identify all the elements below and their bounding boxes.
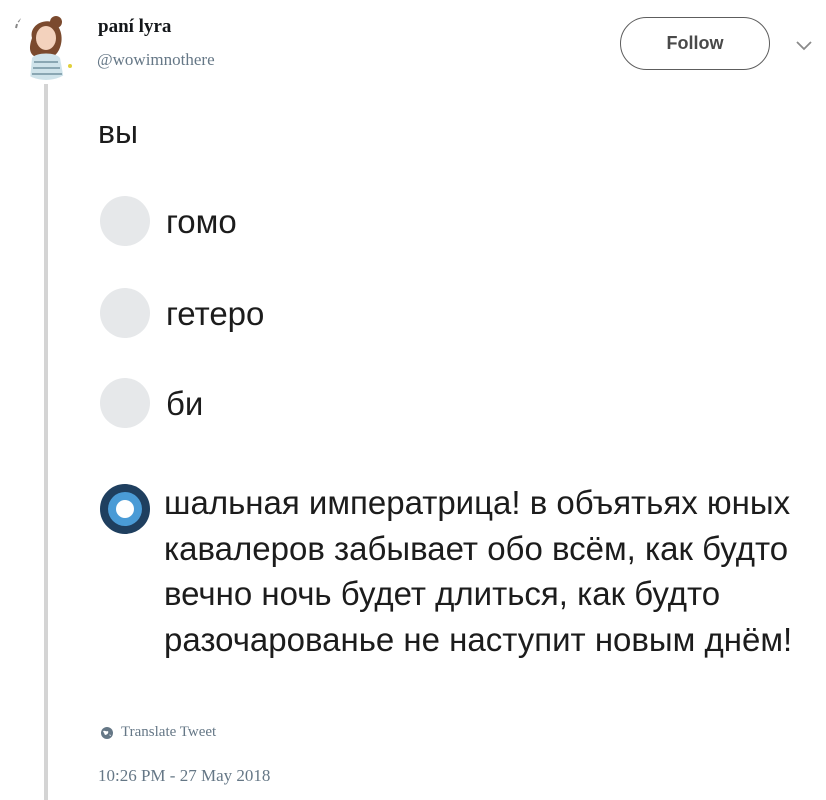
- tweet-text: вы: [98, 114, 138, 150]
- translate-label: Translate Tweet: [121, 724, 217, 740]
- radio-unselected[interactable]: [100, 378, 150, 428]
- more-options-button[interactable]: [790, 36, 818, 56]
- translate-tweet-link[interactable]: Translate Tweet: [100, 724, 216, 741]
- poll-option-label: би: [166, 385, 204, 422]
- poll-option-label: шальная императрица! в объятьях юных кав…: [164, 484, 793, 658]
- poll-option-label: гетеро: [166, 295, 265, 332]
- radio-selected[interactable]: [100, 484, 150, 534]
- follow-button[interactable]: Follow: [620, 17, 770, 70]
- poll-option-label: гомо: [166, 203, 237, 240]
- author-handle[interactable]: @wowimnothere: [97, 50, 215, 70]
- tweet-timestamp[interactable]: 10:26 PM - 27 May 2018: [98, 766, 270, 786]
- poll-option[interactable]: би: [100, 378, 203, 428]
- chevron-down-icon: [796, 41, 812, 51]
- poll-option[interactable]: гетеро: [100, 288, 264, 338]
- avatar[interactable]: [10, 8, 82, 80]
- radio-unselected[interactable]: [100, 196, 150, 246]
- thread-line: [44, 84, 48, 800]
- poll-option[interactable]: гомо: [100, 196, 237, 246]
- radio-unselected[interactable]: [100, 288, 150, 338]
- avatar-illustration: [15, 16, 72, 80]
- author-name[interactable]: paní lyra: [98, 16, 171, 38]
- poll-option-selected[interactable]: шальная императрица! в объятьях юных кав…: [100, 482, 800, 662]
- globe-icon: [100, 726, 114, 740]
